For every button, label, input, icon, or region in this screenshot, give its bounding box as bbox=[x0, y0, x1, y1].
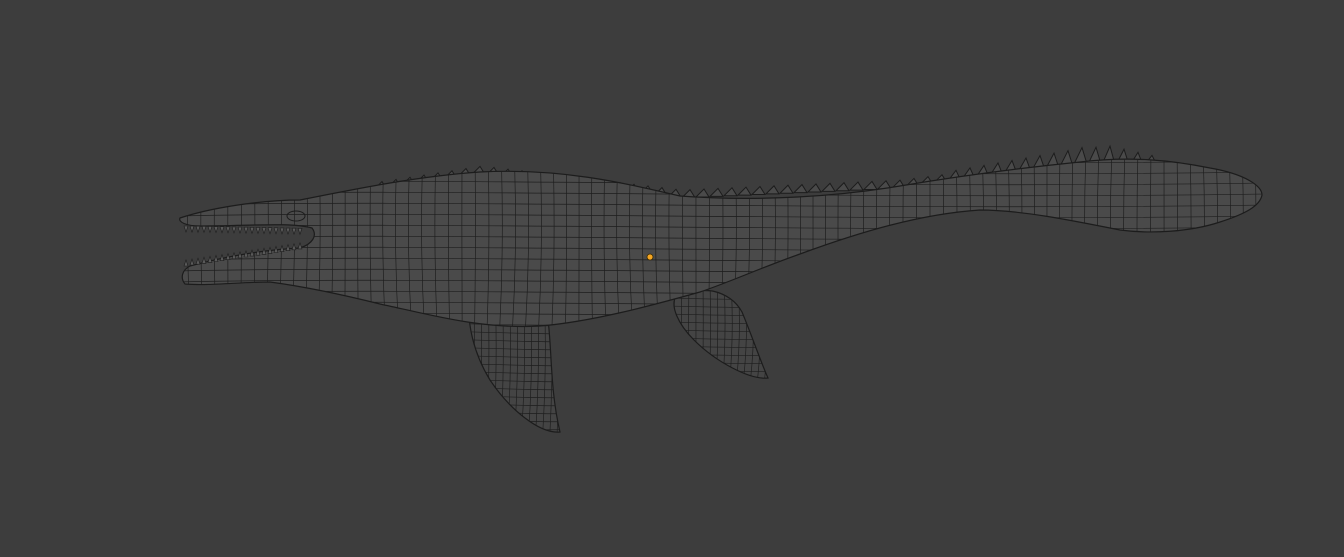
dorsal-spike bbox=[820, 182, 836, 192]
mesh-edge bbox=[863, 159, 868, 327]
dorsal-spike bbox=[862, 180, 878, 190]
mesh-edge bbox=[303, 159, 308, 327]
mosasaur-wireframe-mesh[interactable] bbox=[0, 0, 1344, 557]
upper-tooth bbox=[279, 227, 285, 235]
mesh-edge bbox=[187, 159, 192, 327]
mesh-edge bbox=[200, 159, 204, 327]
mesh-edge bbox=[674, 343, 768, 349]
dorsal-spike bbox=[806, 183, 822, 193]
lower-tooth bbox=[291, 242, 297, 251]
lower-tooth bbox=[285, 243, 291, 251]
upper-tooth bbox=[207, 226, 213, 234]
lower-tooth bbox=[201, 256, 207, 264]
upper-tooth bbox=[291, 227, 297, 236]
dorsal-spike bbox=[750, 185, 766, 195]
dorsal-spike bbox=[834, 181, 850, 192]
mesh-edge bbox=[240, 159, 242, 327]
lower-tooth bbox=[213, 254, 219, 262]
upper-tooth bbox=[201, 226, 207, 234]
dorsal-spike bbox=[708, 187, 724, 197]
mesh-edge bbox=[850, 159, 855, 327]
dorsal-spike bbox=[722, 186, 738, 197]
dorsal-spike bbox=[694, 188, 710, 198]
upper-tooth bbox=[255, 227, 261, 235]
mesh-edge bbox=[174, 150, 178, 335]
upper-tooth bbox=[249, 227, 255, 235]
dorsal-spike bbox=[848, 181, 864, 191]
upper-tooth bbox=[243, 226, 249, 235]
upper-tooth bbox=[273, 227, 279, 235]
lower-tooth bbox=[183, 259, 189, 267]
upper-tooth bbox=[267, 227, 273, 235]
3d-viewport[interactable] bbox=[0, 0, 1344, 557]
upper-tooth bbox=[225, 226, 231, 234]
mesh-edge bbox=[417, 434, 570, 437]
lower-tooth bbox=[189, 258, 195, 266]
mesh-edge bbox=[176, 148, 1266, 151]
mesh-edge bbox=[876, 159, 881, 327]
mesh-edge bbox=[290, 159, 295, 327]
upper-tooth bbox=[213, 226, 219, 234]
dorsal-spike bbox=[778, 184, 794, 194]
dorsal-spike bbox=[792, 183, 808, 194]
upper-tooth bbox=[297, 227, 303, 236]
mesh-edge bbox=[889, 159, 894, 327]
mesh-edge bbox=[265, 159, 269, 327]
mesh-edge bbox=[1253, 159, 1257, 327]
object-origin-icon[interactable] bbox=[646, 253, 654, 261]
dorsal-spike bbox=[764, 185, 780, 195]
mesh-edge bbox=[252, 159, 256, 327]
upper-tooth bbox=[183, 225, 189, 233]
upper-tooth bbox=[285, 227, 291, 235]
upper-tooth bbox=[231, 226, 237, 234]
mesh-edge bbox=[902, 159, 906, 327]
dorsal-spike bbox=[736, 186, 752, 196]
upper-tooth bbox=[261, 227, 267, 235]
lower-tooth bbox=[195, 257, 201, 265]
lower-tooth bbox=[297, 241, 303, 250]
mesh-edge bbox=[213, 159, 217, 327]
upper-tooth bbox=[189, 225, 195, 234]
mesh-edge bbox=[916, 159, 919, 327]
upper-tooth bbox=[195, 225, 201, 234]
mesh-edge bbox=[837, 159, 841, 327]
mesh-edge bbox=[277, 159, 282, 327]
upper-tooth bbox=[237, 226, 243, 235]
lower-tooth bbox=[207, 255, 213, 263]
upper-tooth bbox=[219, 226, 225, 234]
